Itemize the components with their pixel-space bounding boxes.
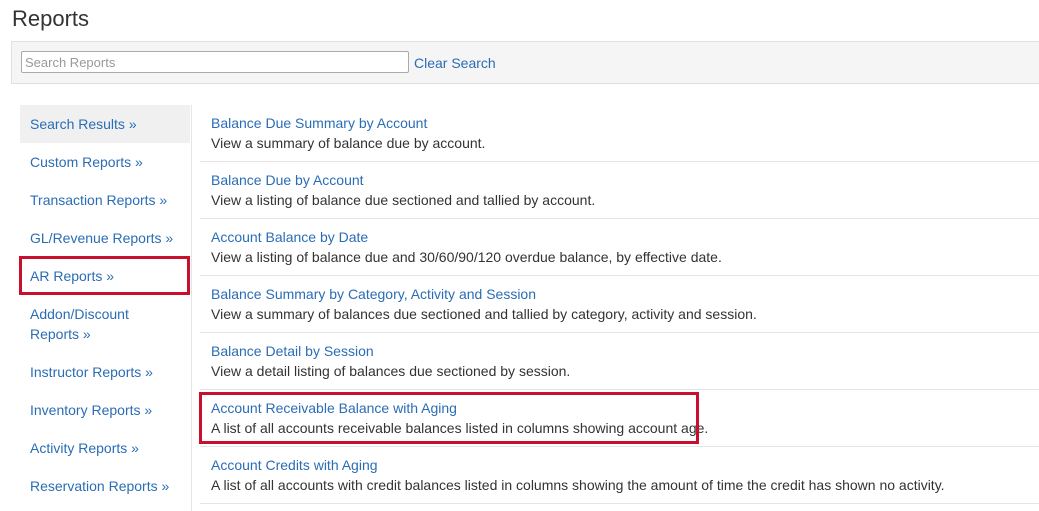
page-title: Reports: [12, 6, 90, 31]
report-item: Account Receivable Balance with Aging A …: [200, 390, 1039, 447]
report-item: Balance Due by Account View a listing of…: [200, 162, 1039, 219]
clear-search-link[interactable]: Clear Search: [414, 55, 496, 71]
report-description: A list of all accounts receivable balanc…: [211, 420, 709, 436]
sidebar-item-label: Custom Reports »: [30, 154, 143, 170]
sidebar-item-label: Instructor Reports »: [30, 364, 153, 380]
sidebar-item-instructor-reports[interactable]: Instructor Reports »: [20, 362, 190, 382]
sidebar-item-reservation-reports[interactable]: Reservation Reports »: [20, 476, 190, 496]
search-bar: Clear Search: [11, 41, 1039, 84]
sidebar-item-ar-reports[interactable]: AR Reports »: [20, 266, 190, 286]
sidebar-item-label: Inventory Reports »: [30, 402, 153, 418]
sidebar-item-label: Addon/Discount Reports »: [30, 306, 129, 342]
report-link-balance-due-summary[interactable]: Balance Due Summary by Account: [211, 115, 427, 131]
sidebar-item-transaction-reports[interactable]: Transaction Reports »: [20, 190, 190, 210]
report-description: A list of all accounts with credit balan…: [211, 477, 945, 493]
report-link-account-credits-aging[interactable]: Account Credits with Aging: [211, 457, 378, 473]
report-item: Account Credits with Aging A list of all…: [200, 447, 1039, 504]
report-link-account-receivable-aging[interactable]: Account Receivable Balance with Aging: [211, 400, 457, 416]
sidebar-item-inventory-reports[interactable]: Inventory Reports »: [20, 400, 190, 420]
report-item: Balance Detail by Session View a detail …: [200, 333, 1039, 390]
search-input[interactable]: [21, 51, 409, 73]
report-item: Balance Summary by Category, Activity an…: [200, 276, 1039, 333]
sidebar-item-label: GL/Revenue Reports »: [30, 230, 174, 246]
sidebar-item-label: Transaction Reports »: [30, 192, 168, 208]
report-description: View a listing of balance due and 30/60/…: [211, 249, 722, 265]
sidebar-item-label: AR Reports »: [30, 268, 115, 284]
report-link-balance-detail-by-session[interactable]: Balance Detail by Session: [211, 343, 374, 359]
report-description: View a detail listing of balances due se…: [211, 363, 571, 379]
report-item: Balance Due Summary by Account View a su…: [200, 105, 1039, 162]
sidebar-item-label: Reservation Reports »: [30, 478, 170, 494]
report-description: View a summary of balances due sectioned…: [211, 306, 757, 322]
sidebar-item-label: Search Results »: [30, 116, 137, 132]
report-link-balance-due-by-account[interactable]: Balance Due by Account: [211, 172, 364, 188]
report-item: Account Balance by Date View a listing o…: [200, 219, 1039, 276]
report-link-account-balance-by-date[interactable]: Account Balance by Date: [211, 229, 368, 245]
sidebar-item-search-results[interactable]: Search Results »: [20, 105, 190, 143]
sidebar-item-activity-reports[interactable]: Activity Reports »: [20, 438, 190, 458]
report-description: View a summary of balance due by account…: [211, 135, 486, 151]
sidebar-item-addon-discount-reports[interactable]: Addon/Discount Reports »: [20, 304, 170, 344]
report-link-balance-summary-by-category[interactable]: Balance Summary by Category, Activity an…: [211, 286, 536, 302]
sidebar-item-gl-revenue-reports[interactable]: GL/Revenue Reports »: [20, 228, 190, 248]
sidebar-nav: Search Results » Custom Reports » Transa…: [20, 105, 192, 511]
report-description: View a listing of balance due sectioned …: [211, 192, 596, 208]
sidebar-item-custom-reports[interactable]: Custom Reports »: [20, 152, 190, 172]
sidebar-item-label: Activity Reports »: [30, 440, 139, 456]
